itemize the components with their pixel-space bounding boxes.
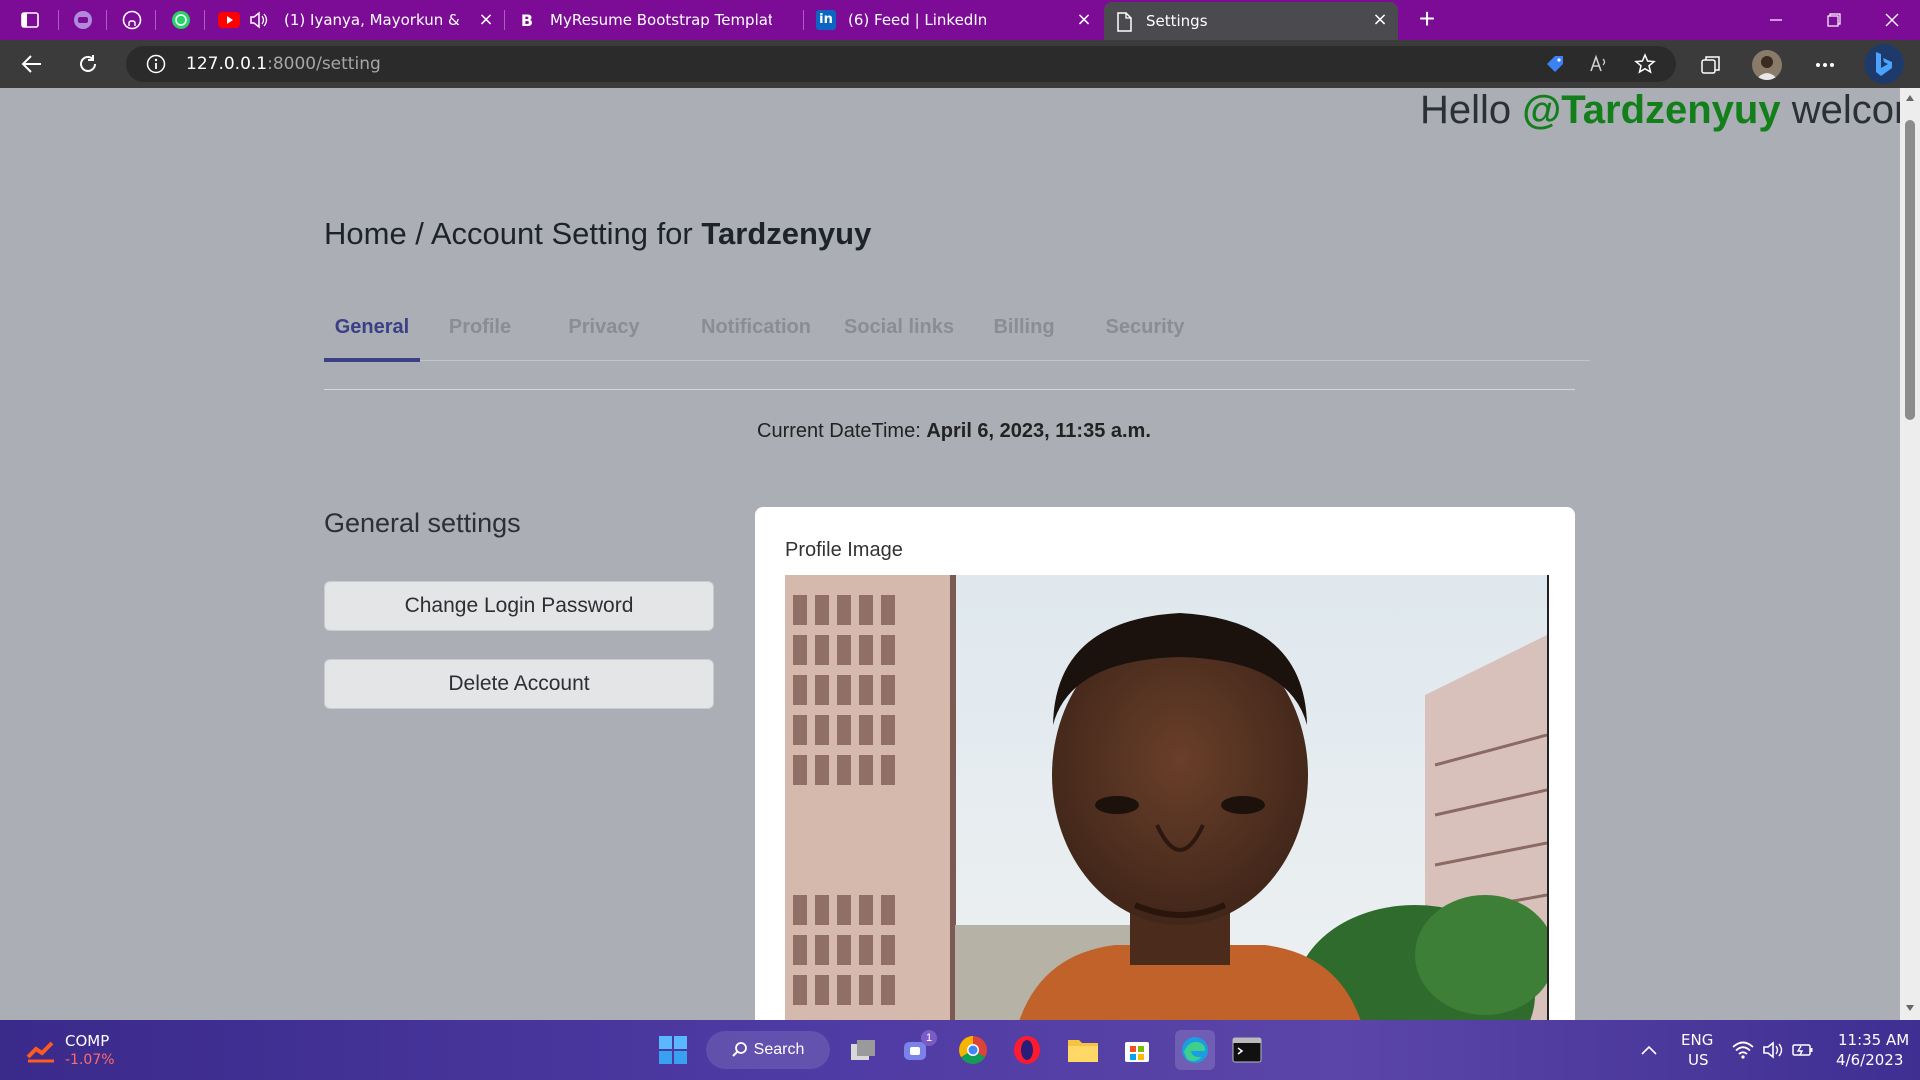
refresh-icon[interactable]	[76, 52, 100, 76]
delete-account-button[interactable]: Delete Account	[324, 659, 714, 709]
task-view-icon[interactable]	[846, 1033, 880, 1067]
breadcrumb-username: Tardzenyuy	[701, 216, 872, 251]
stock-change: -1.07%	[65, 1052, 115, 1068]
tab-divider	[58, 10, 59, 30]
browser-tab-strip: (1) Iyanya, Mayorkun & Tekno × B MyResum…	[0, 0, 1920, 40]
github-icon[interactable]	[121, 9, 143, 31]
close-tab-icon[interactable]: ×	[1372, 11, 1388, 29]
opera-icon[interactable]	[1010, 1033, 1044, 1067]
edge-icon[interactable]	[1175, 1030, 1215, 1070]
page-icon	[1116, 12, 1132, 36]
address-bar[interactable]: 127.0.0.1:8000/setting	[126, 46, 1676, 82]
microsoft-store-icon[interactable]	[1120, 1033, 1154, 1067]
volume-icon[interactable]	[1756, 1033, 1790, 1067]
restore-window-icon[interactable]	[1806, 0, 1862, 40]
profile-photo[interactable]	[785, 575, 1549, 1020]
language-indicator-bottom: US	[1688, 1051, 1709, 1069]
browser-tab-linkedin[interactable]: in (6) Feed | LinkedIn ×	[810, 0, 1100, 40]
close-window-icon[interactable]	[1864, 0, 1920, 40]
more-options-icon[interactable]	[1812, 52, 1838, 78]
tab-social-links[interactable]: Social links	[843, 316, 955, 360]
browser-tab-myresume[interactable]: B MyResume Bootstrap Template -	[510, 0, 800, 40]
tab-privacy[interactable]: Privacy	[564, 316, 644, 360]
add-favorite-icon[interactable]	[1634, 53, 1656, 80]
tab-title: MyResume Bootstrap Template -	[550, 11, 772, 29]
clock-date: 4/6/2023	[1836, 1051, 1904, 1069]
collections-icon[interactable]	[1698, 52, 1724, 78]
tab-divider	[504, 10, 505, 30]
tab-divider	[204, 10, 205, 30]
url-path: :8000/setting	[267, 54, 381, 74]
file-explorer-icon[interactable]	[1066, 1033, 1100, 1067]
url-text: 127.0.0.1:8000/setting	[186, 54, 381, 74]
linkedin-icon: in	[816, 10, 836, 30]
sidebar-toggle-icon[interactable]	[19, 9, 41, 31]
youtube-icon	[218, 12, 240, 32]
wifi-icon[interactable]	[1726, 1033, 1760, 1067]
page-scrollbar[interactable]	[1900, 88, 1920, 1020]
settings-tabs: General Profile Privacy Notification Soc…	[324, 316, 1590, 362]
language-indicator-top[interactable]: ENG	[1681, 1031, 1713, 1049]
tab-general[interactable]: General	[324, 316, 420, 362]
new-tab-button[interactable]: +	[1412, 4, 1442, 34]
current-datetime: Current DateTime: April 6, 2023, 11:35 a…	[757, 420, 1151, 443]
battery-icon[interactable]	[1786, 1033, 1820, 1067]
hello-suffix: welcome	[1791, 88, 1900, 132]
tab-title: (1) Iyanya, Mayorkun & Tekno	[284, 11, 464, 29]
tab-billing[interactable]: Billing	[993, 316, 1055, 360]
show-hidden-icons-chevron-icon[interactable]	[1632, 1033, 1666, 1067]
tab-security[interactable]: Security	[1103, 316, 1187, 360]
search-label: Search	[753, 1041, 805, 1058]
close-tab-icon[interactable]: ×	[478, 11, 494, 29]
change-login-password-button[interactable]: Change Login Password	[324, 581, 714, 631]
breadcrumb: Home / Account Setting for Tardzenyuy	[324, 216, 871, 252]
speaker-icon[interactable]	[248, 10, 268, 34]
profile-image-label: Profile Image	[785, 539, 903, 561]
tab-title: (6) Feed | LinkedIn	[848, 11, 988, 29]
back-arrow-icon[interactable]	[20, 52, 44, 76]
tab-divider	[106, 10, 107, 30]
windows-start-icon[interactable]	[656, 1033, 690, 1067]
read-aloud-icon[interactable]	[1588, 53, 1610, 80]
coupon-tag-icon[interactable]	[1544, 53, 1566, 80]
tab-divider	[803, 10, 804, 30]
scrollbar-thumb[interactable]	[1905, 120, 1915, 420]
tab-title: Settings	[1146, 12, 1208, 30]
minimize-window-icon[interactable]	[1748, 0, 1804, 40]
whatsapp-icon[interactable]	[170, 9, 192, 31]
datetime-value: April 6, 2023, 11:35 a.m.	[926, 420, 1151, 442]
url-host: 127.0.0.1	[186, 54, 268, 74]
profile-avatar[interactable]	[1752, 50, 1782, 80]
bootstrap-icon: B	[520, 11, 534, 30]
page-content: Hello @Tardzenyuy welcome Home / Account…	[0, 88, 1900, 1020]
bing-copilot-icon[interactable]	[1864, 44, 1904, 84]
browser-tab-youtube[interactable]: (1) Iyanya, Mayorkun & Tekno ×	[212, 0, 502, 40]
stock-name[interactable]: COMP	[65, 1032, 109, 1050]
welcome-banner: Hello @Tardzenyuy welcome	[1420, 88, 1900, 133]
chat-notification-badge: 1	[921, 1030, 937, 1046]
tab-notification[interactable]: Notification	[685, 316, 827, 360]
taskbar-search[interactable]: Search	[706, 1031, 830, 1069]
browser-tab-settings[interactable]: Settings ×	[1104, 2, 1398, 40]
divider	[324, 389, 1575, 390]
search-icon	[731, 1042, 747, 1057]
chrome-icon[interactable]	[956, 1033, 990, 1067]
close-tab-icon[interactable]: ×	[1076, 11, 1092, 29]
hello-prefix: Hello	[1420, 88, 1512, 132]
tab-profile[interactable]: Profile	[445, 316, 515, 360]
hello-username: @Tardzenyuy	[1522, 88, 1781, 132]
datetime-label: Current DateTime:	[757, 420, 921, 442]
pinned-tab-app-icon[interactable]	[72, 9, 94, 31]
windows-taskbar: COMP -1.07% Search 1 ENG US 11:35 AM 4/6…	[0, 1020, 1920, 1080]
general-settings-title: General settings	[324, 508, 521, 538]
terminal-icon[interactable]	[1230, 1033, 1264, 1067]
profile-image-card: Profile Image	[755, 507, 1575, 1020]
tab-divider	[155, 10, 156, 30]
clock-time[interactable]: 11:35 AM	[1838, 1031, 1909, 1049]
site-info-icon[interactable]	[146, 54, 166, 79]
stock-widget-icon[interactable]	[24, 1034, 58, 1068]
browser-toolbar: 127.0.0.1:8000/setting	[0, 40, 1920, 88]
breadcrumb-text: Home / Account Setting for	[324, 216, 693, 251]
